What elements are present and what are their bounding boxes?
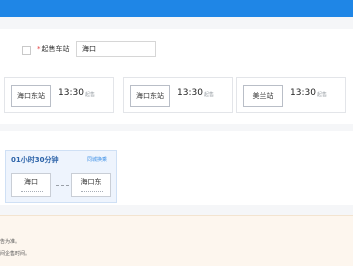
route-connector bbox=[56, 185, 69, 186]
option-checkbox[interactable] bbox=[22, 46, 31, 55]
required-marker: * bbox=[37, 45, 41, 53]
same-city-transfer-link[interactable]: 同城换乘 bbox=[87, 156, 107, 163]
route-duration: 01小时30分钟 bbox=[11, 156, 59, 164]
station-card-1[interactable]: 海口东站 13:30 起售 bbox=[4, 77, 114, 113]
station-card-3[interactable]: 美兰站 13:30 起售 bbox=[236, 77, 346, 113]
station-name: 海口东站 bbox=[130, 85, 170, 107]
sale-tag: 起售 bbox=[85, 92, 96, 98]
top-header-bar bbox=[0, 0, 353, 17]
notice-panel: 告为准。 间企售时间。 bbox=[0, 215, 353, 266]
sale-time: 13:30 bbox=[58, 88, 84, 98]
route-origin-station: 海口 bbox=[11, 173, 51, 197]
route-destination-station: 海口东 bbox=[71, 173, 111, 197]
destination-dotted-line bbox=[81, 191, 103, 193]
station-name: 海口东站 bbox=[11, 85, 51, 107]
station-card-2[interactable]: 海口东站 13:30 起售 bbox=[123, 77, 233, 113]
station-name: 美兰站 bbox=[243, 85, 283, 107]
departure-station-input[interactable]: 海口 bbox=[76, 41, 156, 57]
notice-line-2: 间企售时间。 bbox=[0, 251, 31, 257]
departure-station-label-text: 起售车站 bbox=[41, 45, 70, 53]
sale-time: 13:30 bbox=[177, 88, 203, 98]
route-origin-name: 海口 bbox=[24, 178, 38, 186]
sale-tag: 起售 bbox=[204, 92, 215, 98]
sale-time: 13:30 bbox=[290, 88, 316, 98]
origin-dotted-line bbox=[21, 191, 43, 193]
departure-station-label: *起售车站 bbox=[37, 44, 70, 54]
transfer-route-card[interactable]: 01小时30分钟 同城换乘 海口 海口东 bbox=[5, 150, 117, 203]
route-destination-name: 海口东 bbox=[80, 178, 102, 186]
notice-line-1: 告为准。 bbox=[0, 239, 21, 245]
sale-tag: 起售 bbox=[317, 92, 328, 98]
